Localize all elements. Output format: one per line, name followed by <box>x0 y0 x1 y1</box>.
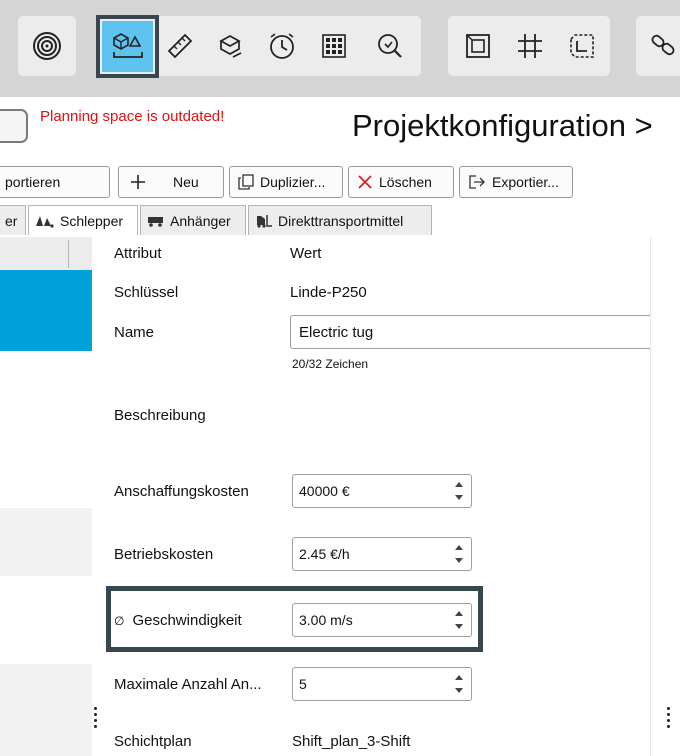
search-refresh-icon[interactable] <box>366 16 414 76</box>
acquisition-cost-value: 40000 € <box>299 483 350 499</box>
name-input[interactable]: Electric tug <box>290 315 652 349</box>
duplicate-button-label: Duplizier... <box>260 174 326 190</box>
spin-arrows-icon[interactable] <box>455 478 465 504</box>
tab-anhaenger-label: Anhänger <box>170 212 231 229</box>
chain-icon[interactable] <box>644 16 680 76</box>
vehicle-tabs: er Schlepper Anhänger Direkttransportmit… <box>0 205 680 235</box>
new-button-label: Neu <box>173 174 199 190</box>
operating-cost-label: Betriebskosten <box>114 546 214 563</box>
speed-highlight-frame <box>106 586 483 652</box>
tab-schlepper[interactable]: Schlepper <box>28 205 138 235</box>
right-panel-splitter[interactable] <box>650 237 680 756</box>
acquisition-cost-label: Anschaffungskosten <box>114 483 249 500</box>
tool-group-layout <box>448 16 610 76</box>
duplicate-button[interactable]: Duplizier... <box>229 166 343 198</box>
operating-cost-value: 2.45 €/h <box>299 546 350 562</box>
export-button[interactable]: Exportier... <box>459 166 573 198</box>
list-item[interactable] <box>0 351 92 435</box>
radar-icon[interactable] <box>18 16 76 76</box>
column-header-value: Wert <box>290 245 322 262</box>
tab-anhaenger[interactable]: Anhänger <box>140 205 246 235</box>
grid-icon[interactable] <box>506 16 554 76</box>
tug-icon <box>36 215 54 228</box>
list-item[interactable] <box>0 664 92 756</box>
acquisition-cost-spinbox[interactable]: 40000 € <box>292 474 472 508</box>
delete-button-label: Löschen <box>379 174 432 190</box>
splitter-grip-icon <box>667 707 671 731</box>
tool-group-radar <box>18 16 76 76</box>
list-item[interactable] <box>0 508 92 576</box>
column-divider[interactable] <box>68 240 69 268</box>
planning-warning-button[interactable] <box>0 109 28 143</box>
operating-cost-spinbox[interactable]: 2.45 €/h <box>292 537 472 571</box>
plus-icon <box>131 175 145 189</box>
import-button-label: portieren <box>5 174 61 190</box>
route-grid-icon[interactable] <box>558 16 606 76</box>
export-icon <box>469 175 485 189</box>
grid-dots-icon[interactable] <box>312 16 356 76</box>
max-count-value: 5 <box>299 676 307 692</box>
list-item-selected[interactable] <box>0 270 92 351</box>
layout-frame-icon[interactable] <box>454 16 502 76</box>
planning-warning-text: Planning space is outdated! <box>40 108 225 125</box>
delete-button[interactable]: Löschen <box>348 166 454 198</box>
description-label: Beschreibung <box>114 407 206 424</box>
spin-arrows-icon[interactable] <box>455 541 465 567</box>
ruler-icon[interactable] <box>158 16 202 76</box>
close-icon <box>358 175 372 189</box>
trailer-icon <box>148 216 163 227</box>
tab-previous-label: er <box>5 212 18 229</box>
vehicle-list-header <box>0 237 92 271</box>
column-header-attribute: Attribut <box>114 245 162 262</box>
name-label: Name <box>114 324 155 341</box>
shift-plan-value[interactable]: Shift_plan_3-Shift <box>292 733 410 750</box>
name-input-value: Electric tug <box>299 323 374 341</box>
forklift-icon <box>257 214 272 228</box>
active-tool-frame <box>96 15 159 78</box>
key-value: Linde-P250 <box>290 284 367 301</box>
clock-icon[interactable] <box>260 16 304 76</box>
box-rotate-icon[interactable] <box>208 16 252 76</box>
name-char-counter: 20/32 Zeichen <box>292 357 369 371</box>
new-button[interactable]: Neu <box>118 166 224 198</box>
max-count-label: Maximale Anzahl An... <box>114 676 262 693</box>
tab-schlepper-label: Schlepper <box>60 212 124 229</box>
tool-group-link <box>636 16 680 76</box>
copy-icon <box>238 174 254 190</box>
import-button[interactable]: portieren <box>0 166 110 198</box>
tab-direkttransportmittel-label: Direkttransportmittel <box>278 212 404 229</box>
spin-arrows-icon[interactable] <box>455 671 465 697</box>
key-label: Schlüssel <box>114 284 179 301</box>
tab-previous[interactable]: er <box>0 205 26 235</box>
max-count-spinbox[interactable]: 5 <box>292 667 472 701</box>
tab-direkttransportmittel[interactable]: Direkttransportmittel <box>248 205 432 235</box>
page-title: Projektkonfiguration > <box>352 108 653 143</box>
export-button-label: Exportier... <box>492 174 559 190</box>
shift-plan-label: Schichtplan <box>114 733 192 750</box>
